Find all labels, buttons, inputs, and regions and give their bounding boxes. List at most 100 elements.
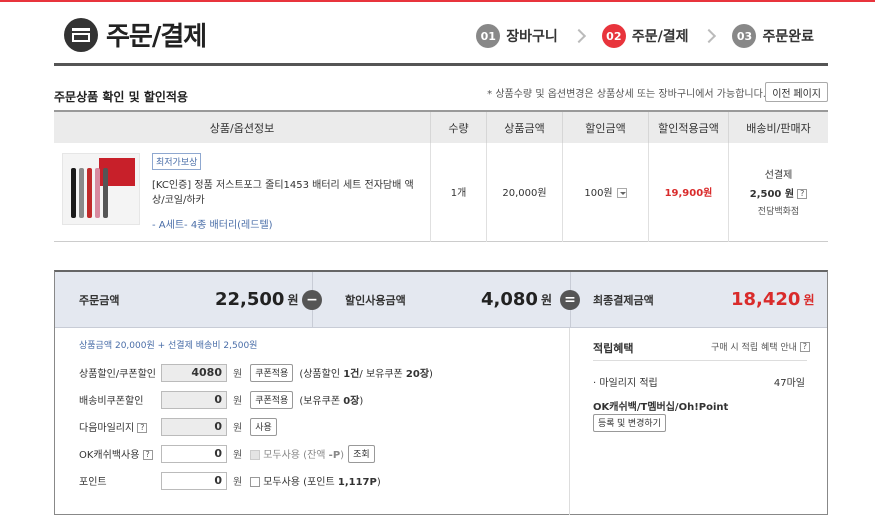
apply-shipping-coupon-button[interactable]: 쿠폰적용: [250, 390, 294, 409]
shipping-coupon-row: 배송비쿠폰할인 0 원 쿠폰적용 (보유쿠폰 0장): [79, 389, 363, 411]
field-label: 상품할인/쿠폰할인: [79, 369, 156, 380]
col-header-price: 상품금액: [486, 111, 563, 143]
won-unit: 원: [233, 396, 243, 407]
minus-icon: −: [302, 289, 322, 310]
equals-icon: =: [560, 289, 580, 310]
field-label: 다음마일리지 ?: [79, 419, 161, 434]
order-amount-label: 주문금액: [79, 293, 120, 307]
final-amount-value: 18,420: [731, 289, 801, 310]
shipping-fee: 2,500 원: [749, 189, 795, 201]
price-cell: 20,000원: [486, 143, 563, 241]
shipping-cell: 선결제 2,500 원 ? 전담백화점: [728, 143, 828, 241]
step-number: 01: [476, 24, 501, 48]
won-unit: 원: [233, 369, 243, 380]
use-all-checkbox[interactable]: [250, 477, 261, 487]
help-icon[interactable]: ?: [797, 189, 808, 200]
use-all-checkbox[interactable]: [250, 450, 261, 460]
shipping-coupon-input: 0: [161, 390, 227, 409]
shipping-type: 선결제: [764, 170, 793, 182]
daum-mileage-row: 다음마일리지 ? 0 원 사용: [79, 416, 283, 438]
step-checkout: 02 주문/결제: [601, 24, 689, 48]
product-option: - A세트- 4종 배터리(레드텔): [152, 219, 273, 231]
discount-amount-label: 할인사용금액: [345, 293, 406, 307]
page-header: 주문/결제 01 장바구니 02 주문/결제 03 주문완료: [54, 0, 828, 66]
help-icon[interactable]: ?: [137, 423, 148, 433]
point-use-all: 모두사용 (포인트 1,117P): [250, 473, 381, 488]
ok-cashbag-use-all: 모두사용 (잔액 -P): [250, 446, 344, 461]
field-label: 배송비쿠폰할인: [79, 396, 144, 407]
table-row: 최저가보상 [KC인증] 정품 저스트포그 줄티1453 배터리 세트 전자담배…: [54, 143, 828, 241]
discount-value: 100원: [584, 188, 613, 200]
won-unit: 원: [233, 450, 243, 461]
coupon-note: (상품할인 1건/ 보유쿠폰 20장): [299, 369, 433, 380]
lookup-button[interactable]: 조회: [348, 444, 375, 463]
seller-name[interactable]: 전담백화점: [729, 204, 828, 217]
coupon-discount-input: 4080: [161, 363, 227, 382]
order-amount-value: 22,500: [215, 289, 285, 310]
won-unit: 원: [233, 423, 243, 434]
divider: [593, 359, 807, 361]
step-complete: 03 주문완료: [732, 24, 814, 48]
use-mileage-button[interactable]: 사용: [250, 417, 277, 436]
ok-cashbag-input[interactable]: 0: [161, 444, 227, 463]
rewards-title: 적립혜택: [593, 341, 634, 355]
won-unit: 원: [540, 293, 552, 307]
coupon-discount-row: 상품할인/쿠폰할인 4080 원 쿠폰적용 (상품할인 1건/ 보유쿠폰 20장…: [79, 362, 433, 384]
checkout-steps: 01 장바구니 02 주문/결제 03 주문완료: [476, 24, 814, 48]
section-title: 주문상품 확인 및 할인적용: [54, 90, 188, 104]
payment-summary: 주문금액 22,500 원 − 할인사용금액 4,080 원 = 최종결제금액 …: [54, 269, 828, 515]
col-header-qty: 수량: [430, 111, 487, 143]
final-price-cell: 19,900원: [648, 143, 729, 241]
summary-bar: 주문금액 22,500 원 − 할인사용금액 4,080 원 = 최종결제금액 …: [55, 271, 827, 328]
won-unit: 원: [803, 293, 815, 307]
product-name-link[interactable]: [KC인증] 정품 저스트포그 줄티1453 배터리 세트 전자담배 액상/코일…: [152, 178, 422, 208]
step-label: 주문/결제: [631, 29, 689, 45]
ok-cashbag-label: OK캐쉬백/T멤버십/Oh!Point: [593, 401, 729, 413]
shipping-coupon-note: (보유쿠폰 0장): [299, 396, 364, 407]
chevron-right-icon: [702, 28, 717, 44]
col-header-shipping: 배송비/판매자: [728, 111, 828, 143]
discount-dropdown-icon[interactable]: [616, 188, 627, 199]
section-note: * 상품수량 및 옵션변경은 상품상세 또는 장바구니에서 가능합니다.: [487, 89, 766, 100]
card-icon: [64, 18, 98, 52]
order-items-table: 상품/옵션정보 수량 상품금액 할인금액 할인적용금액 배송비/판매자 최저가보…: [54, 110, 828, 242]
page-title: 주문/결제: [106, 22, 207, 52]
final-amount-label: 최종결제금액: [593, 293, 654, 307]
order-amount-breakdown: 상품금액 20,000원 + 선결제 배송비 2,500원: [79, 340, 258, 351]
previous-page-button[interactable]: 이전 페이지: [765, 82, 828, 102]
product-thumbnail[interactable]: [62, 152, 140, 225]
col-header-final: 할인적용금액: [648, 111, 729, 143]
rewards-pane: 적립혜택 구매 시 적립 혜택 안내 ? · 마일리지 적립 47마일 OK캐쉬…: [571, 328, 827, 515]
step-cart: 01 장바구니: [476, 24, 558, 48]
quantity-cell: 1개: [430, 143, 487, 241]
discount-inputs-pane: 상품금액 20,000원 + 선결제 배송비 2,500원 상품할인/쿠폰할인 …: [55, 327, 570, 515]
step-number: 02: [601, 24, 626, 48]
chevron-right-icon: [571, 28, 586, 44]
step-label: 주문완료: [762, 29, 814, 45]
discount-cell: 100원: [562, 143, 649, 241]
mileage-input: 0: [161, 417, 227, 436]
order-items-section-header: 주문상품 확인 및 할인적용 * 상품수량 및 옵션변경은 상품상세 또는 장바…: [54, 66, 828, 110]
mileage-label: · 마일리지 적립: [593, 377, 658, 389]
ok-cashbag-row: OK캐쉬백사용 ? 0 원 모두사용 (잔액 -P) 조회: [79, 443, 381, 465]
step-number: 03: [732, 24, 757, 48]
point-row: 포인트 0 원 모두사용 (포인트 1,117P): [79, 470, 381, 492]
help-icon[interactable]: ?: [799, 342, 810, 352]
price-guarantee-badge: 최저가보상: [152, 152, 202, 170]
point-input[interactable]: 0: [161, 471, 227, 490]
won-unit: 원: [287, 293, 299, 307]
help-icon[interactable]: ?: [142, 450, 153, 460]
field-label: OK캐쉬백사용 ?: [79, 446, 161, 461]
final-price-value: 19,900원: [664, 188, 713, 200]
apply-coupon-button[interactable]: 쿠폰적용: [250, 363, 294, 382]
mileage-value: 47마일: [773, 377, 805, 389]
checkout-page: 주문/결제 01 장바구니 02 주문/결제 03 주문완료 주문상품 확인 및…: [54, 0, 828, 515]
col-header-discount: 할인금액: [562, 111, 649, 143]
rewards-note: 구매 시 적립 혜택 안내 ?: [711, 340, 810, 353]
won-unit: 원: [233, 477, 243, 488]
discount-amount-value: 4,080: [481, 289, 538, 310]
col-header-product: 상품/옵션정보: [54, 111, 431, 143]
field-label: 포인트: [79, 477, 107, 488]
step-label: 장바구니: [506, 29, 558, 45]
register-change-button[interactable]: 등록 및 변경하기: [593, 413, 666, 432]
